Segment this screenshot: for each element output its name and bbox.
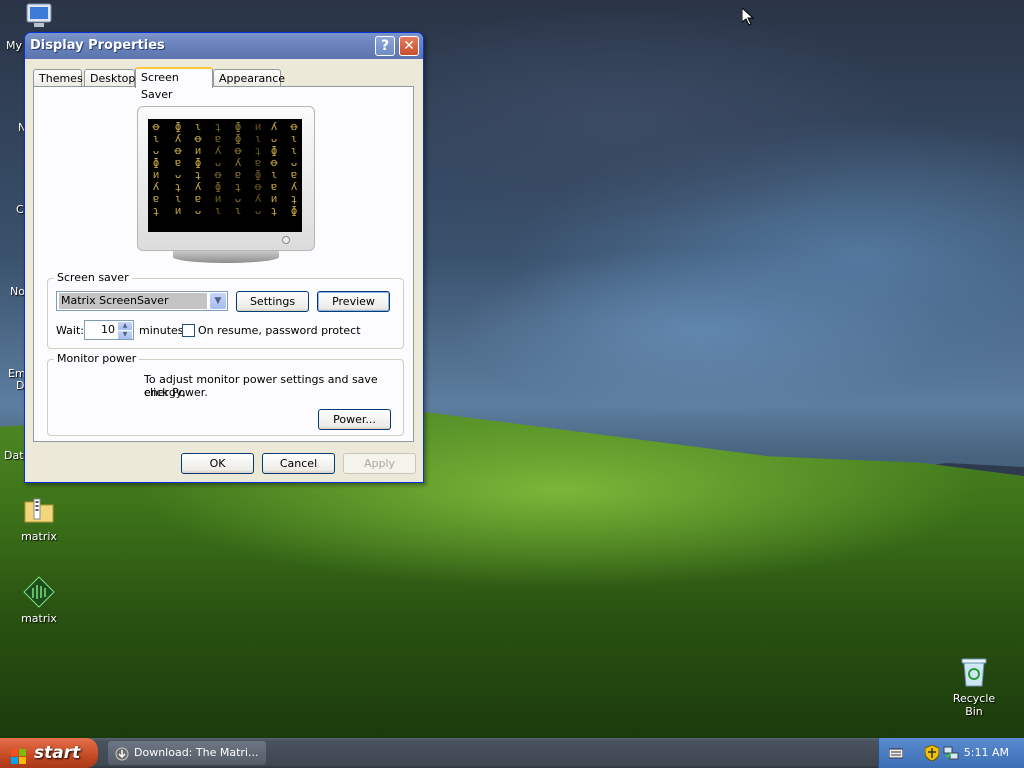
- desktop-icon-matrix-zip[interactable]: matrix: [9, 494, 69, 543]
- title-bar[interactable]: Display Properties ? ✕: [25, 33, 423, 59]
- desktop-icon-label: matrix: [21, 612, 57, 625]
- display-properties-window[interactable]: Display Properties ? ✕ Themes Desktop Sc…: [24, 32, 424, 483]
- mouse-cursor-icon: [741, 6, 755, 26]
- windows-flag-icon: [11, 745, 27, 764]
- power-button[interactable]: Power...: [318, 409, 391, 430]
- tab-desktop[interactable]: Desktop: [84, 69, 135, 86]
- password-protect-checkbox[interactable]: [182, 324, 195, 337]
- desktop-icon-matrix-screensaver[interactable]: matrix: [9, 576, 69, 625]
- screen-saver-preview: ꝋɩᴗɸᴎʎɐʇ ɸʎꝋɐᴗʇɩᴎ ɩꝋᴎɸʇʎɐᴗ ʇɐʎᴗꝋɸᴎɩ ɸɸꝋʎ…: [148, 119, 302, 232]
- chevron-down-icon[interactable]: ▼: [210, 293, 226, 309]
- desktop-icon-recycle-bin[interactable]: Recycle Bin: [944, 656, 1004, 718]
- monitor-preview: ꝋɩᴗɸᴎʎɐʇ ɸʎꝋɐᴗʇɩᴎ ɩꝋᴎɸʇʎɐᴗ ʇɐʎᴗꝋɸᴎɩ ɸɸꝋʎ…: [137, 106, 315, 264]
- system-tray: 5:11 AM: [878, 738, 1024, 768]
- tab-themes[interactable]: Themes: [33, 69, 83, 86]
- desktop-icon-label: Recycle Bin: [952, 692, 996, 718]
- apply-button: Apply: [343, 453, 416, 474]
- my-computer-icon[interactable]: [24, 2, 54, 30]
- matrix-screensaver-icon: [23, 576, 55, 608]
- taskbar-item-download[interactable]: Download: The Matri...: [108, 741, 266, 765]
- preview-button[interactable]: Preview: [317, 291, 390, 312]
- recycle-bin-icon: [958, 656, 990, 688]
- close-button[interactable]: ✕: [399, 36, 419, 56]
- tab-appearance[interactable]: Appearance: [213, 69, 285, 86]
- spin-down-icon[interactable]: ▼: [118, 331, 132, 339]
- group-legend: Screen saver: [54, 271, 132, 284]
- matrix-column: ʇɐʎᴗꝋɸᴎɩ: [214, 120, 222, 217]
- power-led-icon: [282, 236, 290, 244]
- cancel-button[interactable]: Cancel: [262, 453, 335, 474]
- screen-saver-selected-value: Matrix ScreenSaver: [59, 293, 207, 309]
- download-icon: [115, 746, 129, 761]
- desktop-edge-label[interactable]: No: [10, 285, 25, 298]
- spin-up-icon[interactable]: ▲: [118, 322, 132, 330]
- matrix-column: ʎᴗɸꝋɩɐᴎʇ: [270, 120, 278, 217]
- settings-button[interactable]: Settings: [236, 291, 309, 312]
- screen-saver-group: Screen saver Matrix ScreenSaver ▼ Settin…: [47, 271, 404, 349]
- wait-label: Wait:: [56, 324, 84, 337]
- wait-minutes-stepper[interactable]: 10 ▲ ▼: [84, 320, 134, 340]
- ok-button[interactable]: OK: [181, 453, 254, 474]
- network-icon[interactable]: [943, 745, 959, 761]
- zip-folder-icon: [23, 494, 55, 526]
- monitor-power-group: Monitor power To adjust monitor power se…: [47, 352, 404, 436]
- close-icon: ✕: [403, 38, 415, 54]
- help-button[interactable]: ?: [375, 36, 395, 56]
- matrix-column: ꝋɩᴗɸᴎʎɐʇ: [152, 120, 160, 217]
- screen-saver-panel: ꝋɩᴗɸᴎʎɐʇ ɸʎꝋɐᴗʇɩᴎ ɩꝋᴎɸʇʎɐᴗ ʇɐʎᴗꝋɸᴎɩ ɸɸꝋʎ…: [33, 86, 414, 442]
- window-title: Display Properties: [30, 38, 165, 53]
- matrix-column: ɩꝋᴎɸʇʎɐᴗ: [194, 120, 202, 217]
- security-shield-icon[interactable]: [924, 744, 940, 762]
- keyboard-icon[interactable]: [888, 746, 904, 760]
- taskbar-item-label: Download: The Matri...: [134, 746, 259, 759]
- tab-screen-saver[interactable]: Screen Saver: [135, 67, 213, 101]
- password-protect-label[interactable]: On resume, password protect: [198, 324, 361, 337]
- matrix-column: ɸʎꝋɐᴗʇɩᴎ: [174, 120, 182, 217]
- wait-minutes-value[interactable]: 10: [101, 323, 115, 336]
- group-legend: Monitor power: [54, 352, 140, 365]
- matrix-column: ɸɸꝋʎɐʇᴗɩ: [234, 120, 242, 217]
- start-label: start: [34, 743, 81, 763]
- taskbar: start Download: The Matri... 5:11 AM: [0, 738, 1024, 768]
- start-button[interactable]: start: [0, 738, 98, 768]
- matrix-column: ᴎɩʇɐɸꝋʎᴗ: [254, 120, 262, 217]
- desktop-edge-label[interactable]: My: [6, 39, 22, 52]
- desktop-edge-label[interactable]: C: [16, 203, 24, 216]
- matrix-column: ꝋɩɩᴗɐʎʇɸ: [290, 120, 298, 217]
- desktop-icon-label: matrix: [21, 530, 57, 543]
- minutes-label: minutes: [139, 324, 184, 337]
- screen-saver-select[interactable]: Matrix ScreenSaver ▼: [56, 291, 228, 311]
- monitor-stand: [173, 251, 279, 263]
- clock[interactable]: 5:11 AM: [964, 746, 1009, 759]
- monitor-power-description: click Power.: [144, 386, 208, 399]
- monitor-bezel: ꝋɩᴗɸᴎʎɐʇ ɸʎꝋɐᴗʇɩᴎ ɩꝋᴎɸʇʎɐᴗ ʇɐʎᴗꝋɸᴎɩ ɸɸꝋʎ…: [137, 106, 315, 251]
